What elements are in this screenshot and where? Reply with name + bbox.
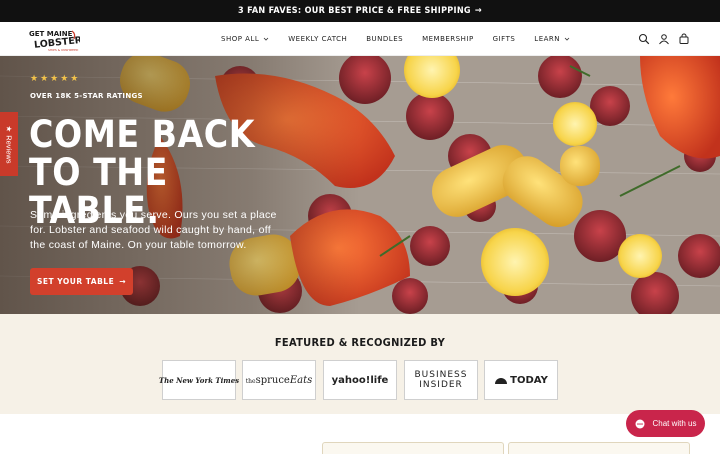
nav-label: GIFTS xyxy=(492,35,516,43)
press-logo-yahoo-life: yahoo!life xyxy=(323,360,397,400)
cart-icon[interactable] xyxy=(678,32,690,44)
svg-text:SHIPS & UNSHIPPED: SHIPS & UNSHIPPED xyxy=(48,48,79,52)
featured-section: FEATURED & RECOGNIZED BY The New York Ti… xyxy=(0,314,720,414)
announcement-text: 3 FAN FAVES: OUR BEST PRICE & FREE SHIPP… xyxy=(238,6,471,16)
ratings-text: OVER 18K 5-STAR RATINGS xyxy=(30,92,143,100)
nav-learn[interactable]: LEARN xyxy=(534,35,570,43)
main-nav: SHOP ALL WEEKLY CATCH BUNDLES MEMBERSHIP… xyxy=(221,22,589,56)
hero-title-line: COME BACK xyxy=(29,113,256,156)
chevron-down-icon xyxy=(564,37,570,41)
nav-membership[interactable]: MEMBERSHIP xyxy=(422,35,474,43)
header-icons xyxy=(638,32,690,45)
site-header: GET MAINE LOBSTER SHIPS & UNSHIPPED SHOP… xyxy=(0,22,720,56)
nav-bundles[interactable]: BUNDLES xyxy=(366,35,403,43)
nav-label: MEMBERSHIP xyxy=(422,35,474,43)
site-logo[interactable]: GET MAINE LOBSTER SHIPS & UNSHIPPED xyxy=(28,27,83,53)
chat-bubble-icon xyxy=(635,419,645,428)
featured-title: FEATURED & RECOGNIZED BY xyxy=(274,336,446,349)
reviews-label: Reviews xyxy=(4,134,14,164)
star-icon: ★ xyxy=(4,124,14,132)
announcement-bar[interactable]: 3 FAN FAVES: OUR BEST PRICE & FREE SHIPP… xyxy=(0,0,720,22)
cta-label: SET YOUR TABLE xyxy=(36,277,115,286)
arrow-right-icon: → xyxy=(119,277,127,286)
nav-shop-all[interactable]: SHOP ALL xyxy=(221,35,269,43)
nav-label: SHOP ALL xyxy=(221,35,260,43)
nav-weekly-catch[interactable]: WEEKLY CATCH xyxy=(288,35,347,43)
press-logo-business-insider: BUSINESS INSIDER xyxy=(404,360,478,400)
nav-label: WEEKLY CATCH xyxy=(288,35,348,43)
nav-label: LEARN xyxy=(534,35,561,43)
product-card-top xyxy=(322,442,504,454)
hero-section: ★★★★★ OVER 18K 5-STAR RATINGS COME BACK … xyxy=(0,56,720,314)
chat-button[interactable]: Chat with us xyxy=(626,410,705,437)
nav-gifts[interactable]: GIFTS xyxy=(493,35,516,43)
arrow-right-icon: → xyxy=(474,6,482,16)
press-logo-spruce-eats: thespruceEats xyxy=(242,360,316,400)
search-icon[interactable] xyxy=(638,32,650,45)
set-your-table-button[interactable]: SET YOUR TABLE → xyxy=(30,268,133,295)
product-card-top xyxy=(508,442,690,454)
below-fold-section xyxy=(0,414,720,454)
chevron-down-icon xyxy=(263,37,269,41)
chat-label: Chat with us xyxy=(652,419,697,428)
rating-stars: ★★★★★ xyxy=(30,73,81,83)
reviews-tab[interactable]: ★ Reviews xyxy=(0,112,18,176)
nav-label: BUNDLES xyxy=(366,35,404,43)
sunrise-icon xyxy=(495,378,508,384)
press-logo-today: TODAY xyxy=(484,360,558,400)
hero-description: Some ingredients you serve. Ours you set… xyxy=(30,209,277,251)
press-logo-nytimes: The New York Times xyxy=(159,360,239,400)
account-icon[interactable] xyxy=(658,32,670,45)
